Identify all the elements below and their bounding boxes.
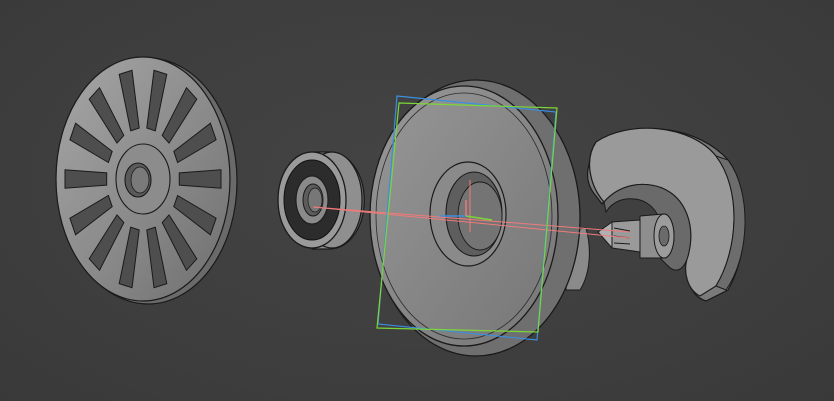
shaft-collar-bore [658, 225, 670, 247]
vent-cover-part[interactable] [55, 56, 238, 305]
bearing-bore-inner [307, 187, 323, 213]
3d-viewport[interactable] [0, 0, 834, 401]
vent-slot [178, 169, 222, 189]
vent-slot [64, 169, 108, 189]
vent-cover-hole-inner [130, 166, 150, 194]
3d-scene[interactable] [0, 0, 834, 401]
ball-bearing-part[interactable] [277, 151, 365, 250]
